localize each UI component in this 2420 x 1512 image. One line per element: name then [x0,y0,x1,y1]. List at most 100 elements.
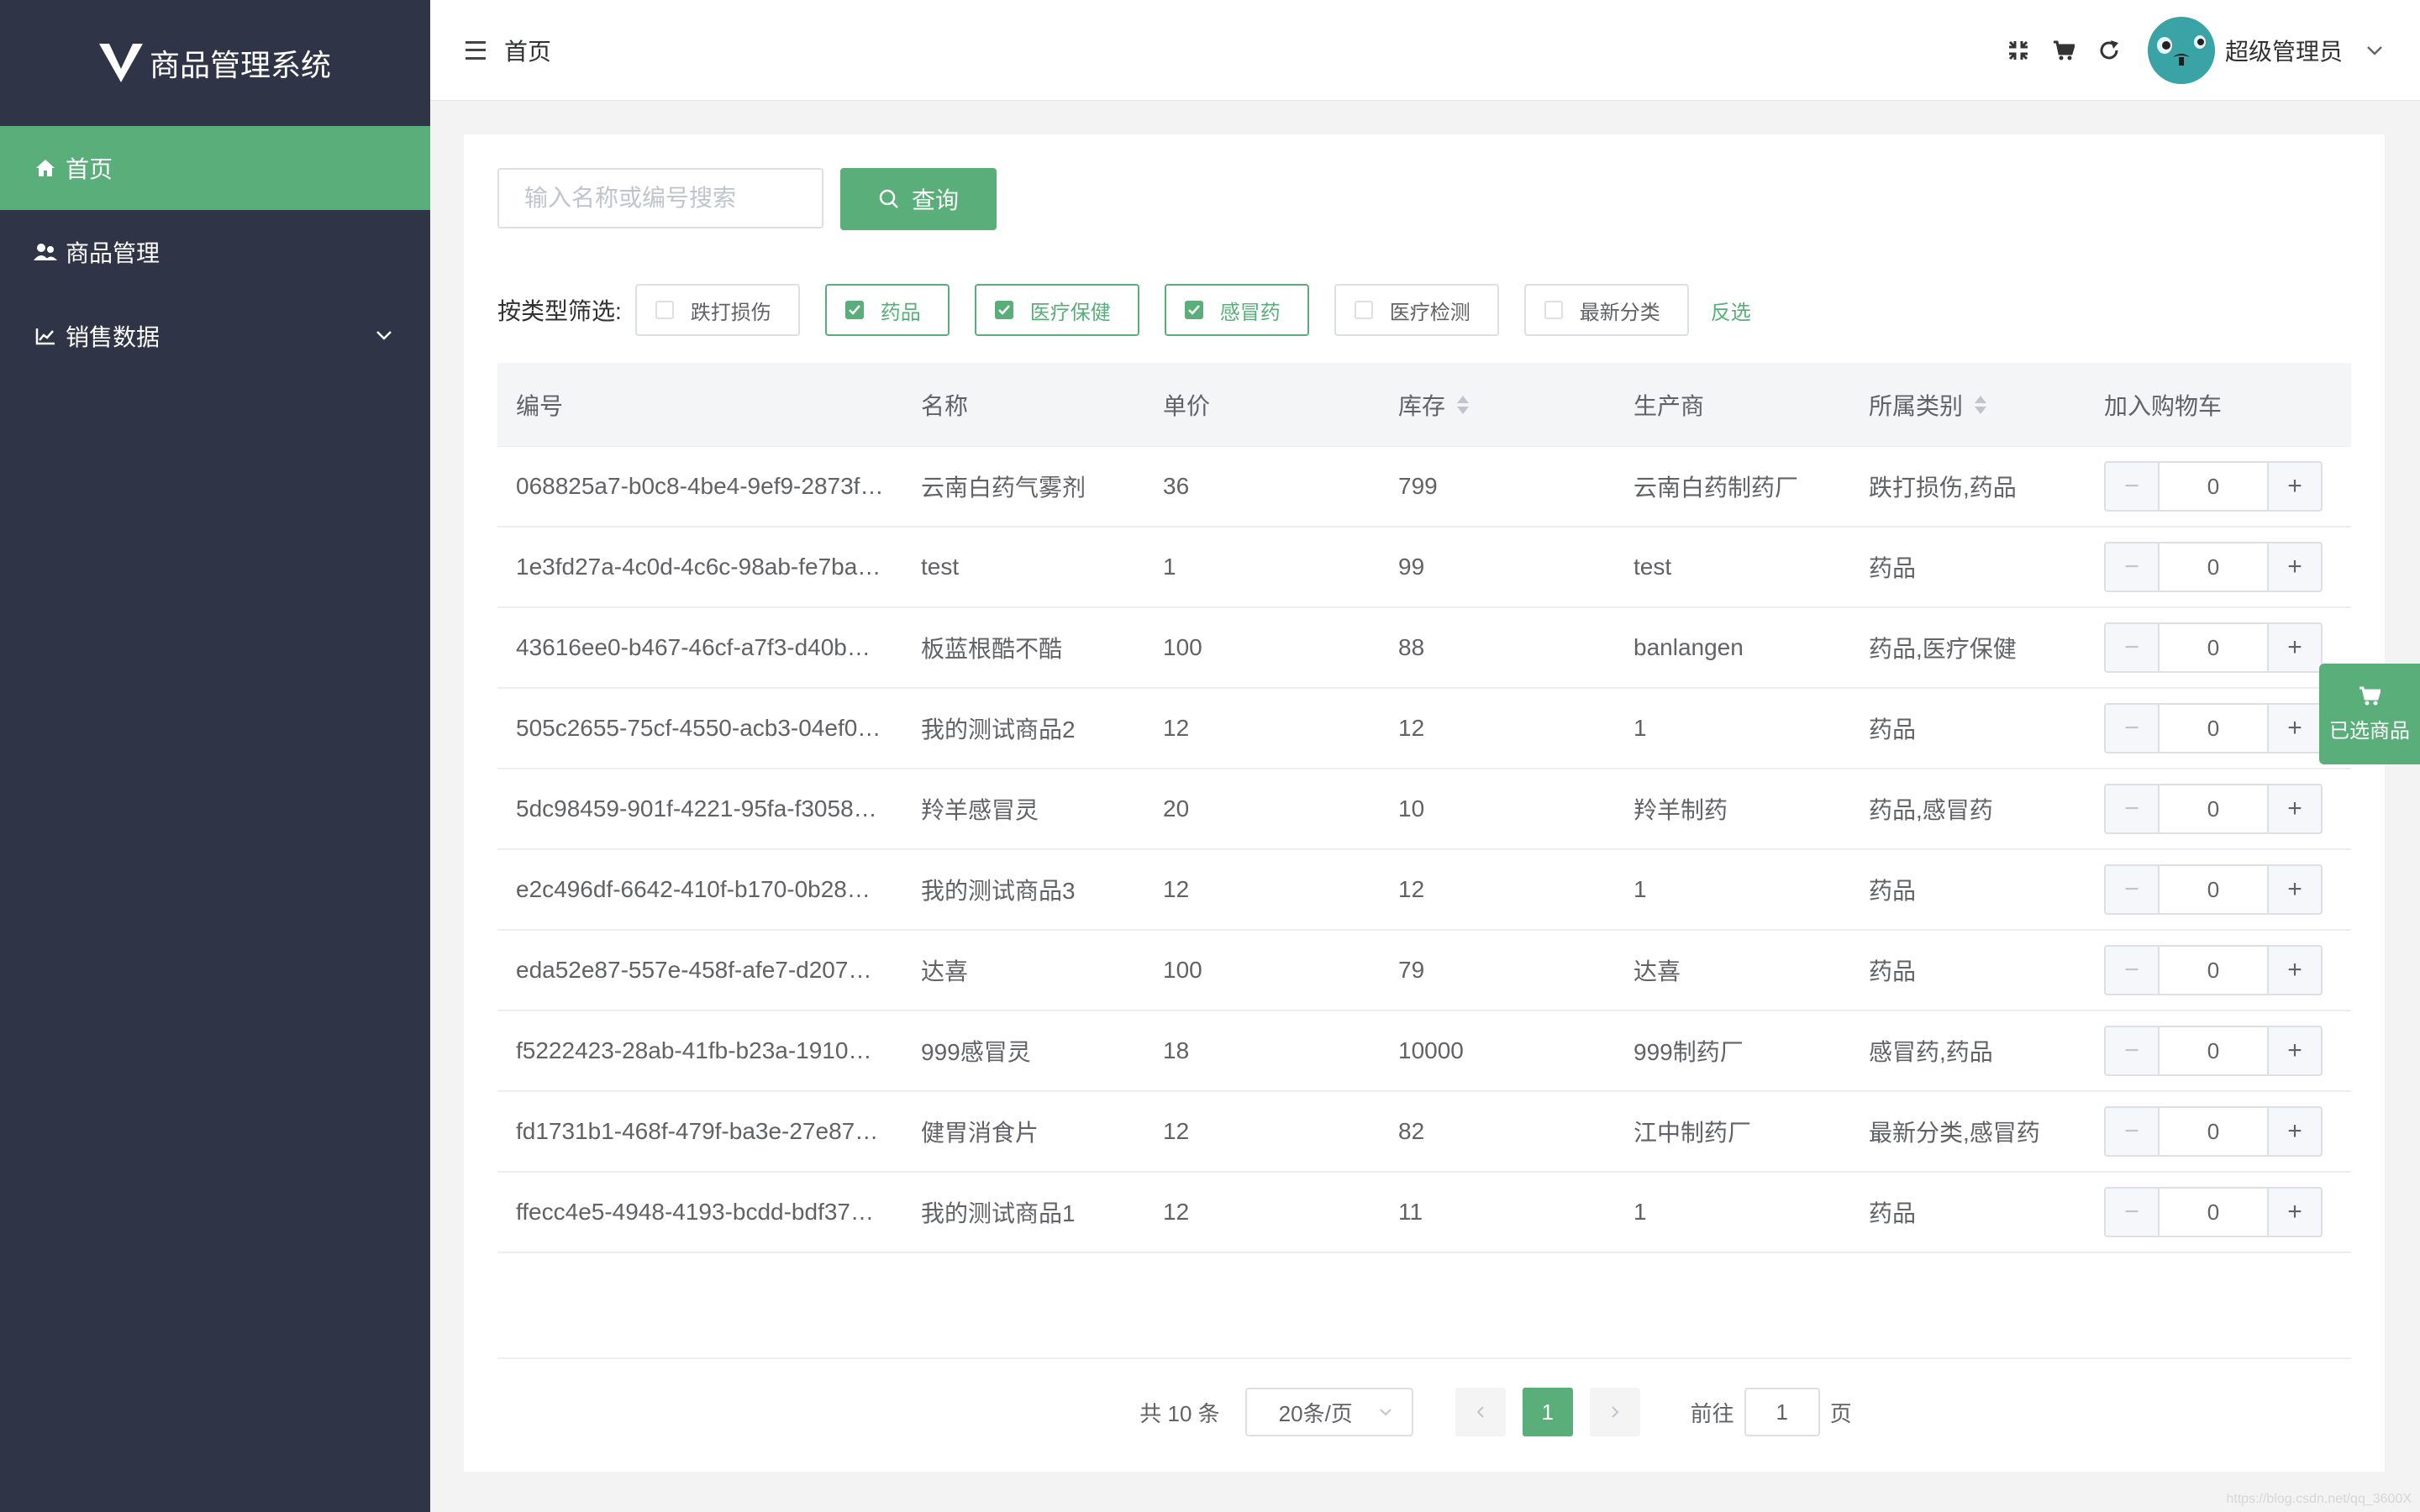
decrement-button[interactable]: − [2106,1027,2160,1074]
selected-products-button[interactable]: 已选商品 [2319,664,2420,764]
table-cell: 1e3fd27a-4c0d-4c6c-98ab-fe7ba… [516,554,881,580]
table-cell: 我的测试商品2 [921,717,1076,743]
decrement-button[interactable]: − [2106,866,2160,913]
decrement-button[interactable]: − [2106,543,2160,591]
table-cell: ffecc4e5-4948-4193-bcdd-bdf37… [516,1199,875,1225]
menu-toggle-icon[interactable] [466,40,486,60]
quantity-stepper[interactable]: −+ [2104,945,2323,995]
table-cell: 12 [1163,1199,1190,1225]
table-cell: fd1731b1-468f-479f-ba3e-27e87… [516,1118,879,1144]
sort-icon[interactable] [1455,394,1470,416]
table-cell: 12 [1163,715,1190,741]
table-cell: 药品,感冒药 [1869,797,1993,823]
quantity-stepper[interactable]: −+ [2104,1026,2323,1076]
chevron-down-icon[interactable] [2361,37,2388,64]
decrement-button[interactable]: − [2106,1108,2160,1155]
cart-cell: −+ [2086,703,2351,753]
quantity-stepper[interactable]: −+ [2104,703,2323,753]
goto-page-input[interactable] [1744,1388,1820,1436]
column-header-sortable[interactable]: 所属类别 [1850,388,2086,422]
quantity-input[interactable] [2160,624,2267,671]
increment-button[interactable]: + [2267,1027,2321,1074]
invert-selection-link[interactable]: 反选 [1711,296,1751,325]
increment-button[interactable]: + [2267,866,2321,913]
sidebar-item-sales[interactable]: 销售数据 [0,294,430,378]
search-input[interactable] [497,168,823,228]
quantity-stepper[interactable]: −+ [2104,864,2323,915]
quantity-input[interactable] [2160,1108,2267,1155]
quantity-input[interactable] [2160,785,2267,832]
sidebar-item-home[interactable]: 首页 [0,126,430,210]
increment-button[interactable]: + [2267,1108,2321,1155]
quantity-stepper[interactable]: −+ [2104,461,2323,512]
search-button[interactable]: 查询 [840,168,997,230]
increment-button[interactable]: + [2267,543,2321,591]
column-header: 加入购物车 [2104,392,2223,419]
filter-checkbox[interactable]: 医疗检测 [1334,284,1499,336]
table-cell: 12 [1398,876,1425,902]
breadcrumb[interactable]: 首页 [504,34,551,67]
quantity-input[interactable] [2160,1027,2267,1074]
table-cell: 最新分类,感冒药 [1869,1120,2040,1146]
decrement-button[interactable]: − [2106,463,2160,510]
table-cell: 82 [1398,1118,1425,1144]
quantity-stepper[interactable]: −+ [2104,622,2323,673]
avatar[interactable] [2147,17,2215,84]
table-cell: 跌打损伤,药品 [1869,475,2017,501]
filter-checkbox[interactable]: 药品 [824,284,950,336]
sidebar-item-label: 商品管理 [66,240,160,266]
column-header-sortable[interactable]: 库存 [1380,388,1615,422]
table-cell: 感冒药,药品 [1869,1039,1993,1065]
table-cell: 达喜 [1634,958,1681,984]
filter-checkbox[interactable]: 感冒药 [1164,284,1309,336]
decrement-button[interactable]: − [2106,1189,2160,1236]
table-cell: 99 [1398,554,1425,580]
sidebar-item-products[interactable]: 商品管理 [0,210,430,294]
filter-checkbox[interactable]: 跌打损伤 [634,284,800,336]
table-cell: 505c2655-75cf-4550-acb3-04ef0… [516,715,881,741]
increment-button[interactable]: + [2267,785,2321,832]
quantity-stepper[interactable]: −+ [2104,1106,2323,1157]
quantity-input[interactable] [2160,705,2267,752]
column-header: 编号 [516,392,564,419]
quantity-input[interactable] [2160,947,2267,994]
increment-button[interactable]: + [2267,947,2321,994]
next-page-button[interactable] [1589,1388,1640,1436]
table-header: 编号 名称 单价 库存 生产商 所属类别 加入购物车 [497,363,2351,447]
page-number-button[interactable]: 1 [1522,1388,1573,1436]
table-row: eda52e87-557e-458f-afe7-d207… 达喜 100 79 达喜 药品… [497,931,2351,1011]
increment-button[interactable]: + [2267,624,2321,671]
decrement-button[interactable]: − [2106,624,2160,671]
quantity-stepper[interactable]: −+ [2104,1187,2323,1237]
quantity-input[interactable] [2160,463,2267,510]
quantity-input[interactable] [2160,543,2267,591]
refresh-icon[interactable] [2096,37,2123,64]
decrement-button[interactable]: − [2106,785,2160,832]
quantity-stepper[interactable]: −+ [2104,542,2323,592]
decrement-button[interactable]: − [2106,705,2160,752]
cart-icon[interactable] [2050,37,2077,64]
pagination-total: 共 10 条 [1139,1400,1220,1426]
increment-button[interactable]: + [2267,1189,2321,1236]
quantity-input[interactable] [2160,866,2267,913]
prev-page-button[interactable] [1455,1388,1506,1436]
page-size-select[interactable]: 20条/页 [1244,1388,1413,1436]
search-icon [879,189,898,208]
table-cell: 79 [1398,957,1425,983]
goto-suffix: 页 [1829,1400,1852,1426]
quantity-stepper[interactable]: −+ [2104,784,2323,834]
fullscreen-exit-icon[interactable] [2005,37,2032,64]
filter-checkbox[interactable]: 最新分类 [1523,284,1689,336]
quantity-input[interactable] [2160,1189,2267,1236]
sort-icon[interactable] [1973,394,1988,416]
username[interactable]: 超级管理员 [2225,34,2343,67]
top-header: 首页 超级管理员 [430,0,2420,101]
table-cell: 药品 [1869,555,1917,581]
app-logo[interactable]: 商品管理系统 [0,0,430,126]
increment-button[interactable]: + [2267,705,2321,752]
increment-button[interactable]: + [2267,463,2321,510]
table-cell: 10 [1398,795,1425,822]
v-logo-icon [98,44,143,82]
decrement-button[interactable]: − [2106,947,2160,994]
filter-checkbox[interactable]: 医疗保健 [974,284,1139,336]
